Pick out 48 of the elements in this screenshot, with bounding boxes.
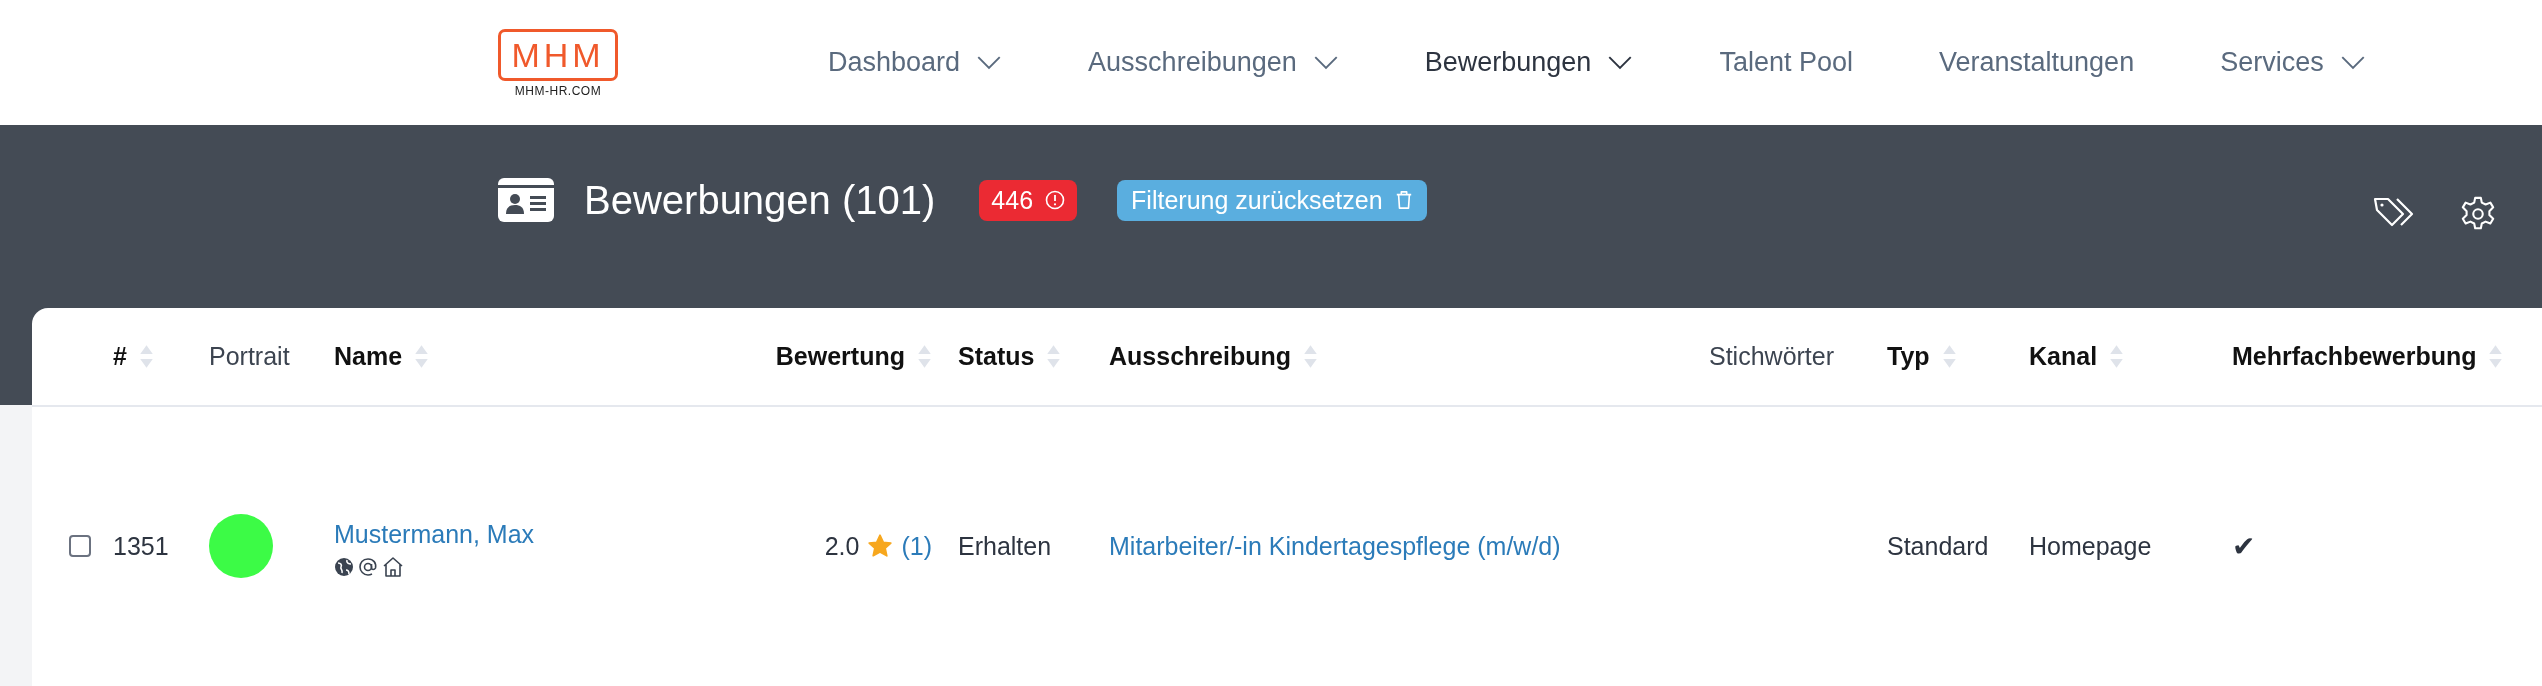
column-header[interactable]: Bewertung: [775, 342, 905, 371]
sort-icon[interactable]: [917, 344, 932, 369]
job-posting-link[interactable]: Mitarbeiter/-in Kindertagespflege (m/w/d): [1109, 531, 1561, 561]
sort-icon[interactable]: [2109, 344, 2125, 369]
chevron-down-icon: [976, 55, 1003, 70]
rating-count-link[interactable]: (1): [901, 531, 932, 561]
column-header[interactable]: Portrait: [209, 342, 290, 371]
column-header[interactable]: Typ: [1887, 342, 1930, 371]
exclamation-circle-icon: [1045, 190, 1066, 210]
alert-badge[interactable]: 446: [979, 179, 1078, 221]
id-text: 1351: [113, 531, 169, 561]
column-header[interactable]: Kanal: [2029, 342, 2098, 371]
nav-item[interactable]: Dashboard: [828, 47, 1003, 78]
multiple-application-checkmark: ✔: [2232, 529, 2255, 563]
house-icon: [382, 556, 404, 577]
star-icon: [867, 533, 894, 559]
sort-icon[interactable]: [138, 344, 154, 369]
status-text: Erhalten: [958, 531, 1052, 561]
channel-text: Homepage: [2029, 531, 2152, 561]
sort-icon[interactable]: [1046, 344, 1062, 369]
chevron-down-icon: [1312, 55, 1339, 70]
column-header[interactable]: Mehrfachbewerbung: [2232, 342, 2477, 371]
nav-item[interactable]: Services: [2220, 47, 2366, 78]
sort-icon[interactable]: [1303, 344, 1318, 369]
column-header[interactable]: Ausschreibung: [1109, 342, 1291, 371]
nav-item[interactable]: Ausschreibungen: [1088, 47, 1339, 78]
applicant-name-link[interactable]: Mustermann, Max: [334, 519, 535, 549]
nav-item[interactable]: Veranstaltungen: [1939, 47, 2135, 78]
sort-icon[interactable]: [1941, 344, 1957, 369]
type-text: Standard: [1887, 531, 1989, 561]
column-header[interactable]: Stichwörter: [1709, 342, 1835, 371]
nav-item[interactable]: Talent Pool: [1719, 47, 1853, 78]
page-title: Bewerbungen (101): [584, 177, 936, 223]
trash-icon: [1394, 189, 1413, 211]
column-header[interactable]: Status: [958, 342, 1035, 371]
chevron-down-icon: [1607, 55, 1634, 70]
logo-domain: MHM-HR.COM: [514, 84, 602, 98]
sort-icon[interactable]: [2488, 344, 2504, 369]
column-header[interactable]: Name: [334, 342, 403, 371]
id-card-icon: [498, 178, 554, 222]
chevron-down-icon: [2339, 55, 2366, 70]
rating-value: 2.0: [824, 531, 860, 561]
nav-item[interactable]: Bewerbungen: [1424, 47, 1634, 78]
row-checkbox[interactable]: [69, 535, 91, 557]
at-sign-icon: [358, 556, 378, 577]
globe-icon: [334, 556, 354, 577]
column-header[interactable]: #: [113, 342, 127, 371]
sort-icon[interactable]: [414, 344, 430, 369]
